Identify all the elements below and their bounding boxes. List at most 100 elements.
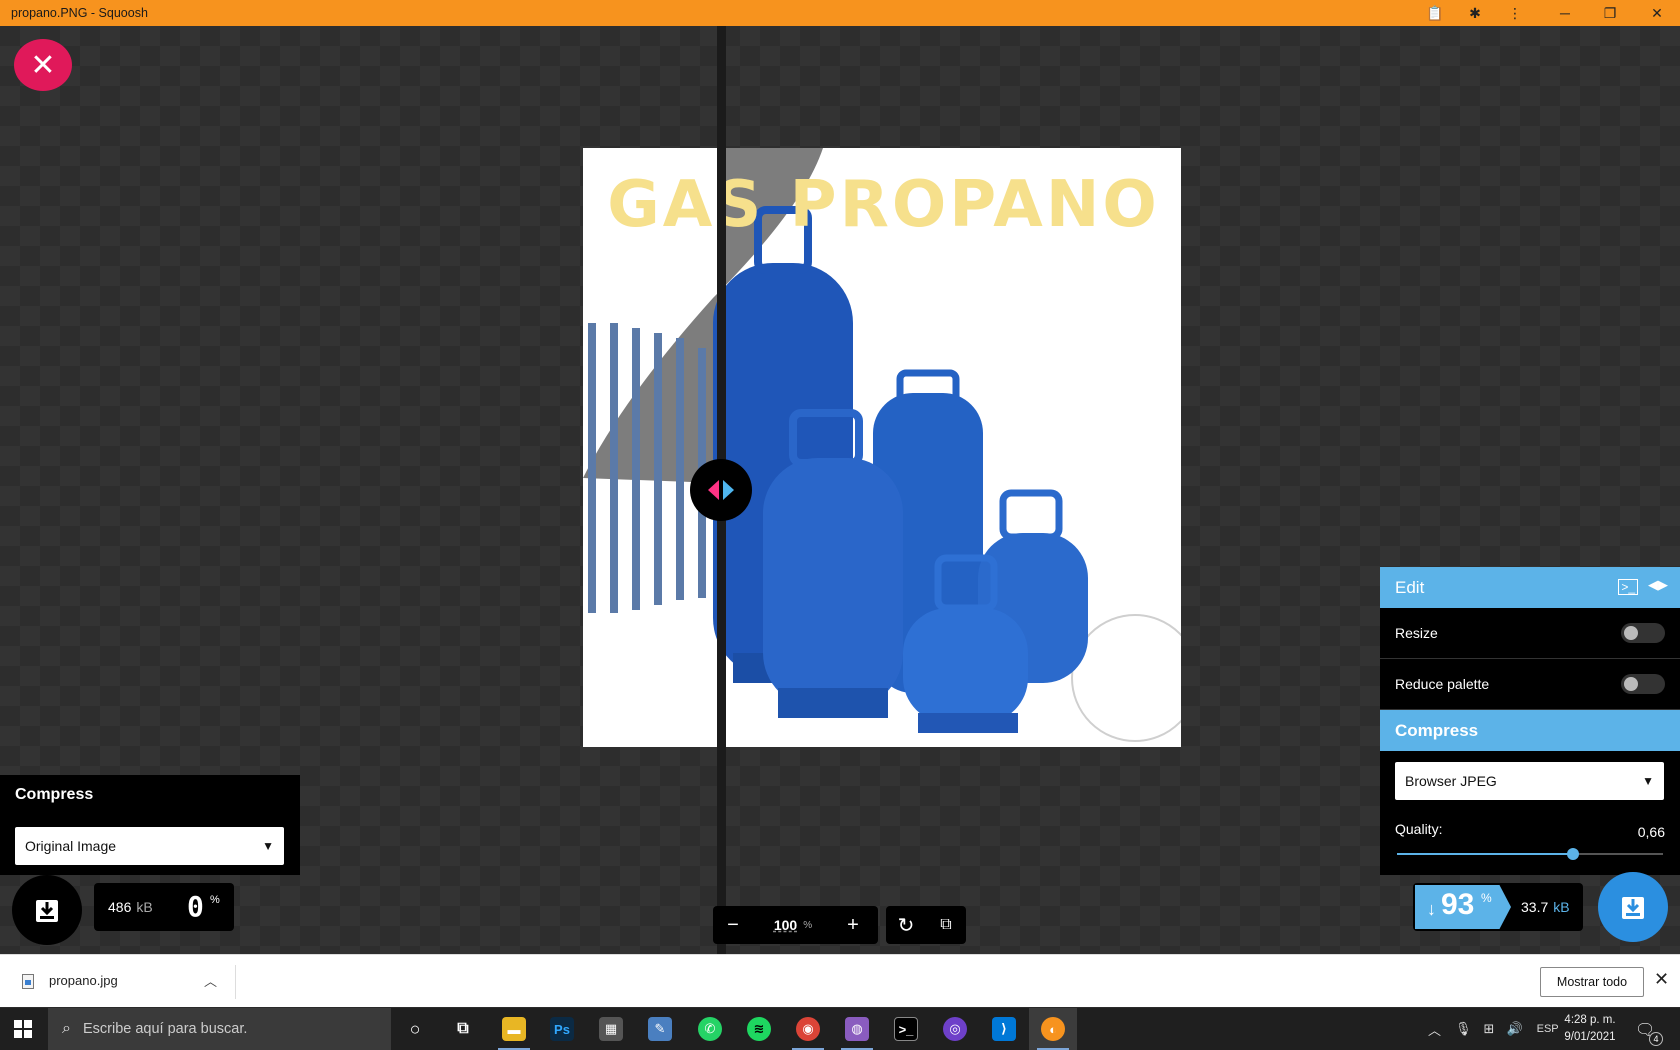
quality-slider[interactable] <box>1397 848 1663 860</box>
photoshop-icon[interactable]: Ps <box>538 1008 586 1050</box>
fit-button[interactable]: ⧉ <box>926 906 966 944</box>
quality-slider-fill <box>1397 853 1573 855</box>
quality-slider-thumb[interactable] <box>1566 848 1579 860</box>
notification-count: 4 <box>1649 1032 1663 1046</box>
compress-title: Compress <box>1395 721 1479 740</box>
view-controls: ↻ ⧉ <box>886 906 966 944</box>
show-all-button[interactable]: Mostrar todo <box>1540 967 1644 997</box>
rotate-button[interactable]: ↻ <box>886 906 926 944</box>
savings-percent-sign: % <box>1481 891 1492 905</box>
zoom-controls: − 100 % + <box>713 906 878 944</box>
zoom-unit: % <box>803 919 813 931</box>
chevron-down-icon: ▼ <box>1642 774 1654 788</box>
minus-icon: − <box>727 913 739 936</box>
original-size-box: 486 kB 0 % <box>94 883 234 931</box>
down-arrow-icon: ↓ <box>1427 899 1436 919</box>
preview-image[interactable]: GAS PROPANO <box>583 148 1181 747</box>
system-tray: ︿ 🎙 ⊞ 🔊 ESP <box>1428 1008 1559 1050</box>
windows-start-icon[interactable] <box>14 1020 32 1038</box>
file-explorer-icon[interactable]: ▬ <box>490 1008 538 1050</box>
downloads-bar: propano.jpg ︿ Mostrar todo ✕ <box>0 954 1680 1007</box>
plus-icon: + <box>847 913 859 936</box>
original-size-unit: kB <box>136 899 153 915</box>
reduce-palette-toggle[interactable] <box>1621 674 1665 694</box>
squoosh-taskbar-icon[interactable]: ◐ <box>1029 1008 1077 1050</box>
download-file-name[interactable]: propano.jpg <box>49 973 118 988</box>
split-handle[interactable] <box>690 459 752 521</box>
clock[interactable]: 4:28 p. m. 9/01/2021 <box>1555 1012 1625 1046</box>
chrome-icon[interactable]: ◉ <box>784 1008 832 1050</box>
result-size-value: 33.7 <box>1521 899 1549 915</box>
clock-date: 9/01/2021 <box>1564 1031 1616 1043</box>
puzzle-icon[interactable]: ✱ <box>1455 0 1495 26</box>
clipboard-icon[interactable]: 📋 <box>1415 0 1455 26</box>
resize-row: Resize <box>1380 608 1680 659</box>
resize-label: Resize <box>1395 625 1438 641</box>
vscode-icon[interactable]: ⟩ <box>980 1008 1028 1050</box>
search-placeholder: Escribe aquí para buscar. <box>82 1021 248 1037</box>
volume-icon[interactable]: 🔊 <box>1506 1021 1522 1037</box>
left-codec-value: Original Image <box>25 838 117 854</box>
savings-percent: 93 <box>1441 888 1475 921</box>
separator <box>235 965 236 999</box>
arrow-left-icon <box>708 480 719 500</box>
reduce-palette-label: Reduce palette <box>1395 676 1490 692</box>
minimize-icon[interactable]: ─ <box>1545 0 1585 26</box>
original-percent-sign: % <box>210 894 220 906</box>
edit-header: Edit >_ ◀▶ <box>1380 567 1680 608</box>
whatsapp-icon[interactable]: ✆ <box>686 1008 734 1050</box>
network-icon[interactable]: ⊞ <box>1484 1021 1495 1037</box>
taskbar: ⌕ Escribe aquí para buscar. ○ ⧉ ▬ Ps ▦ ✎… <box>0 1008 1680 1050</box>
result-size: 33.7 kB <box>1521 899 1570 915</box>
quality-value[interactable]: 0,66 <box>1638 824 1665 840</box>
chevron-down-icon: ▼ <box>262 839 274 853</box>
github-desktop-icon[interactable]: ◎ <box>931 1008 979 1050</box>
compress-header: Compress <box>1380 710 1680 751</box>
result-size-unit: kB <box>1553 899 1570 915</box>
close-downloads-icon[interactable]: ✕ <box>1654 969 1669 990</box>
more-vert-icon[interactable]: ⋮ <box>1495 0 1535 26</box>
chrome-app-icon[interactable]: ◍ <box>833 1008 881 1050</box>
left-codec-select[interactable]: Original Image ▼ <box>15 827 284 865</box>
paint-icon[interactable]: ✎ <box>636 1008 684 1050</box>
original-size-value: 486 <box>108 899 132 915</box>
download-original-button[interactable] <box>12 875 82 945</box>
close-window-icon[interactable]: ✕ <box>1637 0 1677 26</box>
download-icon <box>1622 897 1644 919</box>
task-view-icon[interactable]: ⧉ <box>439 1008 487 1050</box>
taskbar-search[interactable]: ⌕ Escribe aquí para buscar. <box>48 1008 391 1050</box>
zoom-in-button[interactable]: + <box>833 906 873 944</box>
window-title: propano.PNG - Squoosh <box>11 6 148 20</box>
left-compress-panel: Compress Original Image ▼ <box>0 775 300 875</box>
microphone-icon[interactable]: 🎙 <box>1455 1021 1472 1037</box>
file-icon <box>22 974 34 989</box>
terminal-app-icon[interactable]: >_ <box>882 1008 930 1050</box>
close-image-button[interactable]: ✕ <box>14 39 72 91</box>
right-codec-select[interactable]: Browser JPEG ▼ <box>1395 762 1664 800</box>
title-bar: propano.PNG - Squoosh 📋 ✱ ⋮ ─ ❐ ✕ <box>0 0 1680 26</box>
zoom-out-button[interactable]: − <box>713 906 753 944</box>
rotate-icon: ↻ <box>897 914 915 937</box>
zoom-value-field[interactable]: 100 % <box>753 906 833 944</box>
headline-text: GAS PROPANO <box>607 168 1160 242</box>
cortana-icon[interactable]: ○ <box>391 1008 439 1050</box>
right-codec-value: Browser JPEG <box>1405 773 1497 789</box>
left-compress-header: Compress <box>15 786 94 803</box>
chevron-up-icon[interactable]: ︿ <box>204 971 217 990</box>
download-icon <box>36 900 58 922</box>
swap-sides-icon[interactable]: ◀▶ <box>1648 577 1668 593</box>
terminal-icon[interactable]: >_ <box>1618 579 1638 595</box>
restore-icon[interactable]: ❐ <box>1590 0 1630 26</box>
spotify-icon[interactable]: ≋ <box>735 1008 783 1050</box>
store-icon[interactable]: ▦ <box>587 1008 635 1050</box>
right-options-panel: Edit >_ ◀▶ Resize Reduce palette Compres… <box>1380 567 1680 875</box>
resize-toggle[interactable] <box>1621 623 1665 643</box>
arrow-right-icon <box>723 480 734 500</box>
chevron-up-icon[interactable]: ︿ <box>1428 1020 1441 1039</box>
zoom-value: 100 <box>773 917 798 933</box>
result-savings-box: ↓ 93 % 33.7 kB <box>1413 883 1583 931</box>
original-percent: 0 <box>187 890 204 923</box>
download-result-button[interactable] <box>1598 872 1668 942</box>
clock-time: 4:28 p. m. <box>1564 1014 1616 1026</box>
search-icon: ⌕ <box>62 1020 71 1037</box>
